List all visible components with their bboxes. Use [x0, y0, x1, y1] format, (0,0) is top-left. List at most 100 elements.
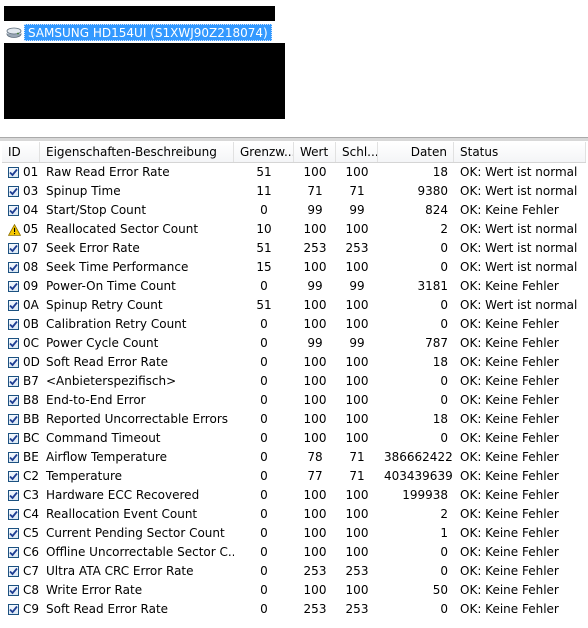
table-row[interactable]: BC Command Timeout 0 100 100 0 OK: Keine Fehle… [2, 429, 586, 448]
cell-id: 05 [2, 220, 40, 239]
checkbox-checked-icon[interactable] [8, 300, 19, 311]
cell-data: 0 [440, 564, 448, 578]
checkbox-checked-icon[interactable] [8, 395, 19, 406]
cell-value: 71 [307, 184, 323, 198]
table-row[interactable]: B7 <Anbieterspezifisch> 0 100 100 0 OK: Keine … [2, 372, 586, 391]
column-header-status[interactable]: Status [454, 142, 586, 162]
cell-data: 2 [440, 507, 448, 521]
checkbox-checked-icon[interactable] [8, 338, 19, 349]
cell-worst: 100 [345, 583, 369, 597]
attribute-id: C8 [23, 583, 40, 597]
table-row[interactable]: C7 Ultra ATA CRC Error Rate 0 253 253 0 OK: Ke… [2, 562, 586, 581]
attribute-id: 0A [23, 298, 39, 312]
cell-value: 100 [303, 355, 327, 369]
attribute-id: C6 [23, 545, 40, 559]
cell-status: OK: Keine Fehler [460, 450, 559, 464]
checkbox-checked-icon[interactable] [8, 547, 19, 558]
attribute-id: C7 [23, 564, 40, 578]
table-row[interactable]: C9 Soft Read Error Rate 0 253 253 0 OK: Keine … [2, 600, 586, 619]
attribute-id: B8 [23, 393, 39, 407]
cell-threshold: 51 [256, 298, 272, 312]
checkbox-checked-icon[interactable] [8, 528, 19, 539]
table-row[interactable]: C6 Offline Uncorrectable Sector C... 0 100 1… [2, 543, 586, 562]
cell-data: 0 [440, 374, 448, 388]
cell-description: Calibration Retry Count [46, 317, 187, 331]
table-row[interactable]: C8 Write Error Rate 0 100 100 50 OK: Keine Feh… [2, 581, 586, 600]
table-row[interactable]: BB Reported Uncorrectable Errors 0 100 100 18… [2, 410, 586, 429]
checkbox-checked-icon[interactable] [8, 490, 19, 501]
column-header-worst[interactable]: Schl... [336, 142, 378, 162]
checkbox-checked-icon[interactable] [8, 262, 19, 273]
cell-worst: 99 [349, 279, 365, 293]
table-row[interactable]: 03 Spinup Time 11 71 71 9380 OK: Wert ist norm… [2, 182, 586, 201]
cell-id: C6 [2, 543, 40, 562]
checkbox-checked-icon[interactable] [8, 205, 19, 216]
cell-data: 18 [432, 412, 448, 426]
column-header-id[interactable]: ID [2, 142, 40, 162]
column-header-data[interactable]: Daten [378, 142, 454, 162]
cell-worst: 100 [345, 431, 369, 445]
cell-data: 0 [440, 260, 448, 274]
pane-splitter[interactable] [0, 137, 588, 141]
checkbox-checked-icon[interactable] [8, 414, 19, 425]
attribute-id: 07 [23, 241, 39, 255]
cell-data: 50 [432, 583, 448, 597]
table-row[interactable]: 08 Seek Time Performance 15 100 100 0 OK: Wert… [2, 258, 586, 277]
cell-description: <Anbieterspezifisch> [46, 374, 177, 388]
table-row[interactable]: 05 Reallocated Sector Count 10 100 100 2 OK: W… [2, 220, 586, 239]
table-row[interactable]: 0A Spinup Retry Count 51 100 100 0 OK: Wert is… [2, 296, 586, 315]
cell-id: 07 [2, 239, 40, 258]
drive-tree-item[interactable]: SAMSUNG HD154UI (S1XWJ90Z218074) [6, 24, 272, 41]
table-row[interactable]: 0C Power Cycle Count 0 99 99 787 OK: Keine Feh… [2, 334, 586, 353]
cell-value: 100 [303, 393, 327, 407]
checkbox-checked-icon[interactable] [8, 604, 19, 615]
table-row[interactable]: 07 Seek Error Rate 51 253 253 0 OK: Wert ist n… [2, 239, 586, 258]
warning-icon [8, 223, 21, 236]
checkbox-checked-icon[interactable] [8, 167, 19, 178]
column-header-value[interactable]: Wert [294, 142, 336, 162]
attribute-id: 01 [23, 165, 39, 179]
table-row[interactable]: C4 Reallocation Event Count 0 100 100 2 OK: Ke… [2, 505, 586, 524]
checkbox-checked-icon[interactable] [8, 452, 19, 463]
column-header-description[interactable]: Eigenschaften-Beschreibung [40, 142, 234, 162]
table-row[interactable]: 01 Raw Read Error Rate 51 100 100 18 OK: Wert … [2, 163, 586, 182]
table-row[interactable]: C5 Current Pending Sector Count 0 100 100 1 OK… [2, 524, 586, 543]
cell-threshold: 51 [256, 165, 272, 179]
checkbox-checked-icon[interactable] [8, 357, 19, 368]
table-row[interactable]: 09 Power-On Time Count 0 99 99 3181 OK: Keine … [2, 277, 586, 296]
cell-value: 100 [303, 374, 327, 388]
cell-threshold: 0 [260, 602, 268, 616]
attribute-id: 0C [23, 336, 40, 350]
table-row[interactable]: 0B Calibration Retry Count 0 100 100 0 OK: Kei… [2, 315, 586, 334]
redacted-block [4, 6, 275, 21]
checkbox-checked-icon[interactable] [8, 585, 19, 596]
cell-data: 787 [425, 336, 448, 350]
cell-data: 0 [440, 298, 448, 312]
cell-worst: 99 [349, 203, 365, 217]
checkbox-checked-icon[interactable] [8, 186, 19, 197]
cell-id: 0D [2, 353, 40, 372]
checkbox-checked-icon[interactable] [8, 566, 19, 577]
checkbox-checked-icon[interactable] [8, 243, 19, 254]
table-row[interactable]: 0D Soft Read Error Rate 0 100 100 18 OK: Keine… [2, 353, 586, 372]
cell-value: 100 [303, 583, 327, 597]
table-row[interactable]: BE Airflow Temperature 0 78 71 386662422 OK: K… [2, 448, 586, 467]
cell-id: C3 [2, 486, 40, 505]
checkbox-checked-icon[interactable] [8, 319, 19, 330]
cell-data: 199938 [402, 488, 448, 502]
cell-status: OK: Keine Fehler [460, 355, 559, 369]
checkbox-checked-icon[interactable] [8, 509, 19, 520]
table-row[interactable]: C2 Temperature 0 77 71 403439639 OK: Keine Feh… [2, 467, 586, 486]
column-header-threshold[interactable]: Grenzw... [234, 142, 294, 162]
checkbox-checked-icon[interactable] [8, 281, 19, 292]
table-row[interactable]: 04 Start/Stop Count 0 99 99 824 OK: Keine Fehl… [2, 201, 586, 220]
hard-drive-icon [6, 27, 22, 38]
table-row[interactable]: C3 Hardware ECC Recovered 0 100 100 199938 OK:… [2, 486, 586, 505]
attribute-id: BB [23, 412, 40, 426]
checkbox-checked-icon[interactable] [8, 433, 19, 444]
checkbox-checked-icon[interactable] [8, 471, 19, 482]
checkbox-checked-icon[interactable] [8, 376, 19, 387]
cell-value: 99 [307, 279, 323, 293]
table-row[interactable]: B8 End-to-End Error 0 100 100 0 OK: Keine Fehl… [2, 391, 586, 410]
cell-description: Hardware ECC Recovered [46, 488, 200, 502]
